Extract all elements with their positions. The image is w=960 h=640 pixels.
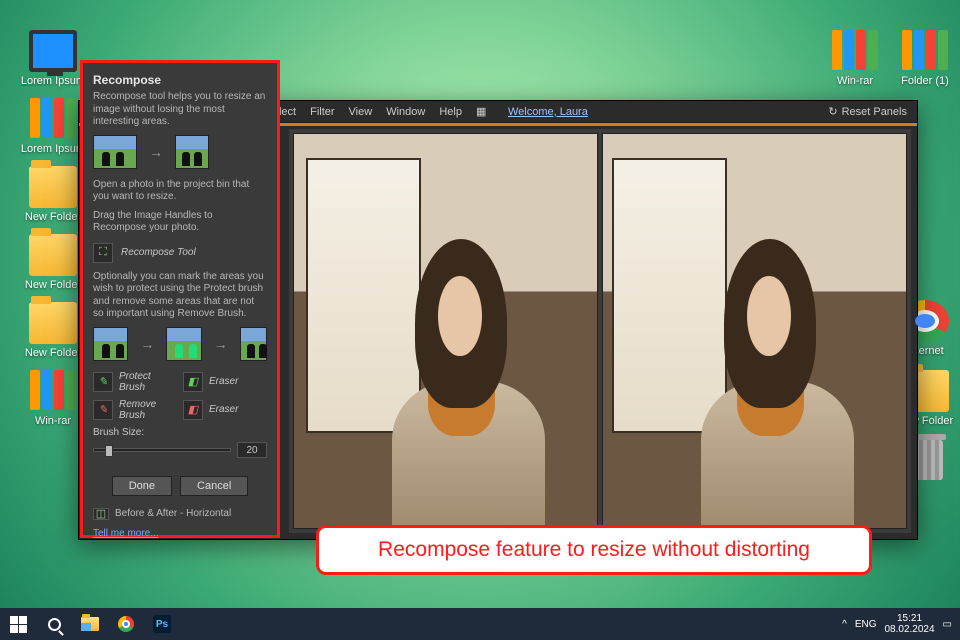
canvas-area[interactable]	[289, 129, 911, 533]
notifications-icon[interactable]: ▭	[943, 619, 952, 630]
tell-me-more-link[interactable]: Tell me more...	[93, 528, 267, 539]
remove-eraser-icon[interactable]: ◧	[183, 400, 203, 420]
protect-eraser-icon[interactable]: ◧	[183, 372, 203, 392]
remove-brush-icon[interactable]: ✎	[93, 400, 113, 420]
panel-optional: Optionally you can mark the areas you wi…	[93, 271, 267, 321]
protect-brush-icon[interactable]: ✎	[93, 372, 113, 392]
grid-view-icon[interactable]: ▦	[476, 105, 494, 118]
arrow-icon: →	[140, 336, 154, 352]
icon-label: Win-rar	[820, 75, 890, 87]
folder-icon	[29, 234, 77, 276]
done-button[interactable]: Done	[112, 476, 172, 496]
refresh-icon: ↻	[828, 105, 837, 118]
brush-size-value[interactable]: 20	[237, 442, 267, 458]
cancel-button[interactable]: Cancel	[180, 476, 248, 496]
recompose-tool-icon[interactable]: ⛶	[93, 243, 113, 263]
before-photo	[293, 133, 598, 529]
file-explorer-button[interactable]	[72, 608, 108, 640]
menu-filter[interactable]: Filter	[310, 106, 334, 118]
menu-help[interactable]: Help	[439, 106, 462, 118]
menu-view[interactable]: View	[349, 106, 373, 118]
clock-time[interactable]: 15:21	[884, 613, 934, 624]
viewmode-icon[interactable]: ◫	[93, 508, 109, 520]
icon-label: Lorem Ipsum	[18, 75, 88, 87]
desktop-icon-binders-3[interactable]: Win-rar	[820, 30, 890, 87]
system-tray[interactable]: ^ ENG 15:21 08.02.2024 ▭	[834, 613, 960, 635]
remove-brush-label: Remove Brush	[119, 399, 177, 421]
folder-icon	[29, 166, 77, 208]
icon-label: Folder (1)	[890, 75, 960, 87]
recompose-panel: Recompose Recompose tool helps you to re…	[80, 60, 280, 538]
photoshop-taskbar-button[interactable]: Ps	[144, 608, 180, 640]
arrow-icon: →	[149, 144, 163, 160]
protect-brush-label: Protect Brush	[119, 371, 177, 393]
panel-title: Recompose	[93, 73, 267, 87]
search-icon	[48, 618, 61, 631]
photoshop-icon: Ps	[153, 615, 171, 633]
tray-chevron-icon[interactable]: ^	[842, 619, 847, 630]
panel-step2: Drag the Image Handles to Recompose your…	[93, 210, 267, 235]
brush-size-slider[interactable]	[93, 448, 231, 452]
reset-panels-button[interactable]: ↻ Reset Panels	[828, 105, 907, 118]
binders-icon	[29, 98, 77, 140]
computer-icon	[29, 30, 77, 72]
chrome-icon	[118, 616, 134, 632]
thumb-after	[175, 135, 209, 169]
chrome-taskbar-button[interactable]	[108, 608, 144, 640]
file-explorer-icon	[81, 617, 99, 631]
thumb-opt-2	[166, 327, 201, 361]
thumb-opt-1	[93, 327, 128, 361]
desktop-icon-binders-4[interactable]: Folder (1)	[890, 30, 960, 87]
folder-icon	[29, 302, 77, 344]
clock-date[interactable]: 08.02.2024	[884, 624, 934, 635]
menu-window[interactable]: Window	[386, 106, 425, 118]
after-photo	[602, 133, 907, 529]
panel-intro: Recompose tool helps you to resize an im…	[93, 91, 267, 129]
binders-icon	[831, 30, 879, 72]
taskbar: Ps ^ ENG 15:21 08.02.2024 ▭	[0, 608, 960, 640]
language-indicator[interactable]: ENG	[855, 619, 877, 630]
feature-callout: Recompose feature to resize without dist…	[316, 525, 872, 575]
binders-icon	[901, 30, 949, 72]
arrow-icon: →	[214, 336, 228, 352]
viewmode-label: Before & After - Horizontal	[115, 508, 231, 519]
brush-size-label: Brush Size:	[93, 427, 267, 438]
recompose-tool-label: Recompose Tool	[121, 247, 196, 258]
thumb-before	[93, 135, 137, 169]
eraser-label: Eraser	[209, 404, 267, 415]
eraser-label: Eraser	[209, 376, 267, 387]
thumb-opt-3	[240, 327, 267, 361]
search-button[interactable]	[36, 608, 72, 640]
binders-icon	[29, 370, 77, 412]
welcome-link[interactable]: Welcome, Laura	[508, 106, 588, 118]
desktop-icon-my-computer[interactable]: Lorem Ipsum	[18, 30, 88, 87]
panel-step1: Open a photo in the project bin that you…	[93, 179, 267, 204]
start-button[interactable]	[0, 608, 36, 640]
